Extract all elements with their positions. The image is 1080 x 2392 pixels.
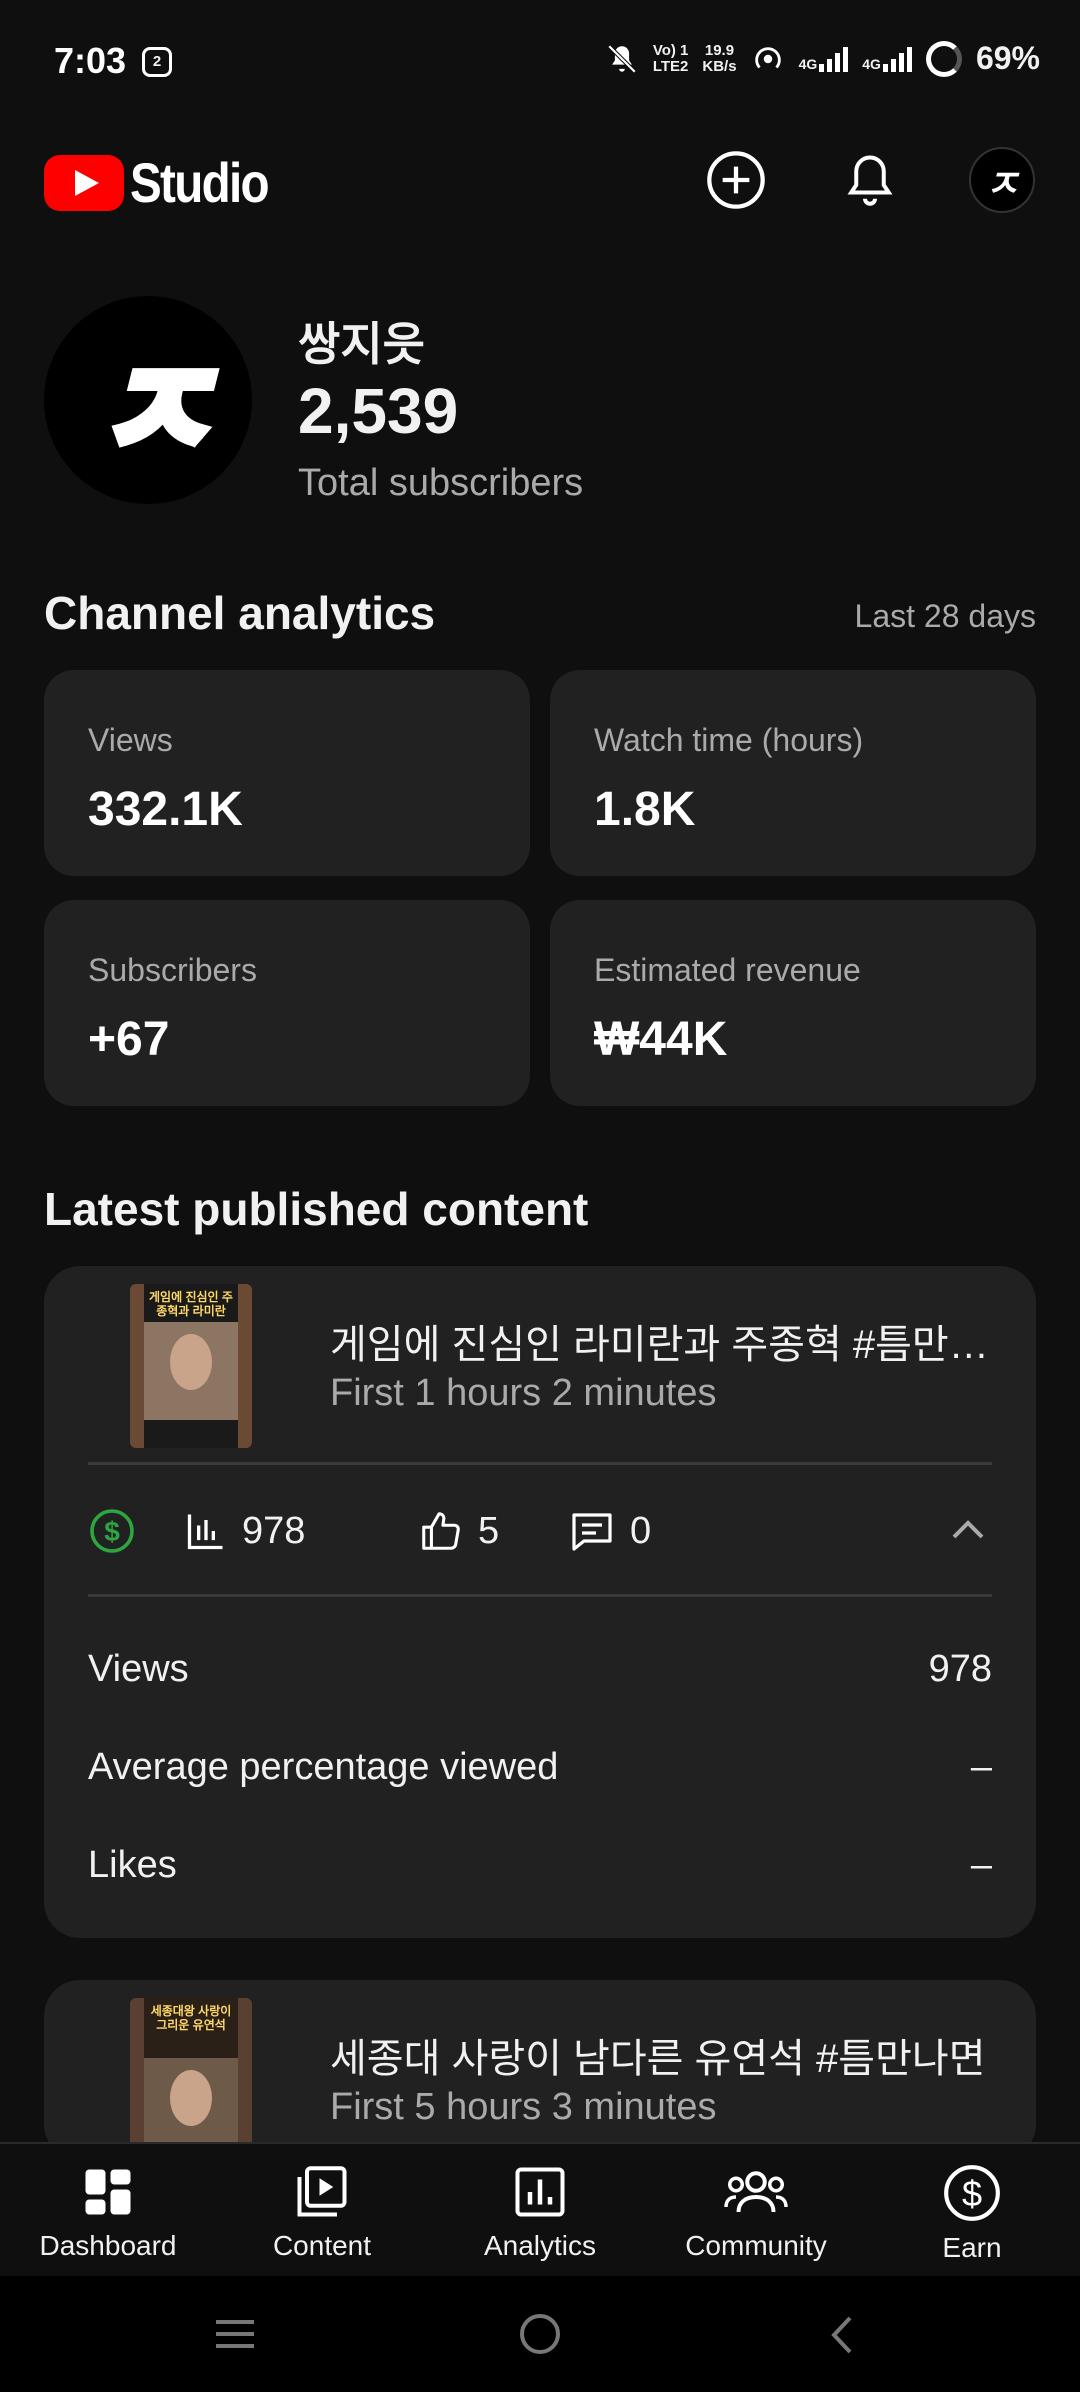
likes-stat: 5 [418,1486,499,1576]
svg-text:$: $ [104,1516,120,1547]
home-circle-icon [520,2314,560,2354]
account-button[interactable]: ㅈ [962,140,1042,220]
network-speed: 19.9 KB/s [702,41,737,75]
create-button[interactable] [696,140,776,220]
status-bar: 7:03 2 Vo) 1 LTE2 19.9 KB/s 4G 4G 69% [0,0,1080,130]
metric-row: Views 978 [88,1648,992,1690]
bar-chart-icon [187,1514,223,1550]
system-navigation-bar [0,2276,1080,2392]
home-button[interactable] [516,2310,564,2363]
signal-2: 4G [862,46,912,72]
analytics-card-revenue[interactable]: Estimated revenue ₩44K [550,900,1036,1106]
avatar: ㅈ [969,147,1035,213]
chevron-up-icon [952,1520,984,1539]
divider [88,1594,992,1597]
back-chevron-icon [831,2316,852,2354]
views-stat: 978 [184,1486,305,1576]
analytics-card-watch-time[interactable]: Watch time (hours) 1.8K [550,670,1036,876]
battery-icon [925,40,962,77]
subscriber-count: 2,539 [298,375,459,447]
bell-icon [847,155,893,206]
svg-text:$: $ [962,2173,982,2214]
menu-icon [216,2320,254,2348]
comments-stat: 0 [568,1486,651,1576]
nav-dashboard[interactable]: Dashboard [18,2162,198,2272]
analytics-period: Last 28 days [854,598,1036,634]
earn-icon: $ [944,2165,1000,2221]
battery-level: 69% [975,40,1040,76]
video-title[interactable]: 세종대 사랑이 남다른 유연석 #틈만나면 [330,2026,990,2084]
back-button[interactable] [820,2312,866,2363]
video-stats-row: $ 978 5 0 [88,1486,992,1576]
latest-content-title: Latest published content [44,1183,589,1235]
nav-earn[interactable]: $ Earn [882,2162,1062,2272]
metric-row: Average percentage viewed – [88,1746,992,1788]
wifi-calling-icon [754,46,781,68]
video-age: First 1 hours 2 minutes [330,1372,717,1414]
youtube-play-icon [44,154,124,211]
app-header: Studio ㅈ [0,140,1080,240]
nav-content[interactable]: Content [232,2162,412,2272]
content-icon [297,2166,347,2217]
comment-icon [572,1513,612,1551]
metric-row: Likes – [88,1844,992,1886]
signal-1: 4G [799,46,849,72]
bottom-navigation: Dashboard Content Analytics Community $ … [0,2142,1080,2278]
status-indicators: Vo) 1 LTE2 19.9 KB/s 4G 4G 69% [605,40,1040,77]
channel-avatar[interactable]: ㅈ [44,296,252,504]
subscriber-count-label: Total subscribers [298,462,584,504]
video-title[interactable]: 게임에 진심인 라미란과 주종혁 #틈만나면 [330,1312,990,1370]
recent-apps-button[interactable] [212,2314,258,2359]
collapse-button[interactable] [944,1486,992,1576]
analytics-icon [515,2167,565,2217]
analytics-card-views[interactable]: Views 332.1K [44,670,530,876]
dashboard-icon [85,2169,131,2215]
content-card: 세종대왕 사랑이 그리운 유연석 세종대 사랑이 남다른 유연석 #틈만나면 F… [44,1980,1036,2160]
analytics-card-subscribers[interactable]: Subscribers +67 [44,900,530,1106]
channel-name: 쌍지읏 [298,318,425,370]
network-type: Vo) 1 LTE2 [652,41,689,75]
notifications-button[interactable] [830,140,910,220]
community-icon [724,2171,788,2213]
video-age: First 5 hours 3 minutes [330,2086,717,2128]
video-thumbnail[interactable]: 게임에 진심인 주종혁과 라미란 [130,1284,252,1448]
thumbs-up-icon [422,1512,460,1550]
channel-summary: ㅈ 쌍지읏 2,539 Total subscribers [44,296,1044,506]
monetization-status[interactable]: $ [88,1486,136,1576]
mute-icon [607,44,637,73]
hotspot-icon: 2 [142,47,172,77]
dollar-circle-icon: $ [90,1509,134,1553]
youtube-studio-logo[interactable]: Studio [44,150,292,215]
nav-community[interactable]: Community [666,2162,846,2272]
content-card: 게임에 진심인 주종혁과 라미란 게임에 진심인 라미란과 주종혁 #틈만나면 … [44,1266,1036,1938]
add-circle-icon [707,151,765,209]
divider [88,1462,992,1465]
analytics-title: Channel analytics [44,587,436,639]
video-thumbnail[interactable]: 세종대왕 사랑이 그리운 유연석 [130,1998,252,2160]
status-time: 7:03 [54,40,127,81]
nav-analytics[interactable]: Analytics [450,2162,630,2272]
